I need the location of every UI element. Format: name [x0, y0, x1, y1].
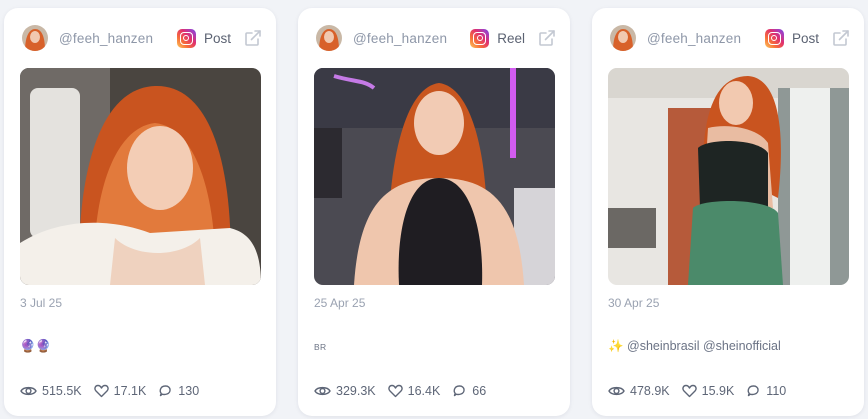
- post-stats: 329.3K 16.4K 66: [314, 384, 498, 398]
- comment-icon: [747, 385, 759, 397]
- views-stat: 515.5K: [20, 384, 82, 398]
- instagram-icon: [470, 28, 490, 48]
- post-image[interactable]: [608, 68, 849, 285]
- comments-count: 130: [178, 384, 200, 398]
- comments-count: 66: [472, 384, 487, 398]
- eye-icon: [20, 386, 37, 396]
- post-date: 30 Apr 25: [608, 296, 660, 310]
- eye-icon: [608, 386, 625, 396]
- post-date: 25 Apr 25: [314, 296, 366, 310]
- post-image[interactable]: [20, 68, 261, 285]
- heart-icon: [387, 384, 403, 398]
- comments-stat: 110: [746, 384, 786, 398]
- username[interactable]: @feeh_hanzen: [353, 31, 470, 46]
- avatar[interactable]: [22, 25, 48, 51]
- likes-count: 15.9K: [701, 384, 735, 398]
- avatar[interactable]: [316, 25, 342, 51]
- external-link-icon[interactable]: [244, 29, 262, 47]
- views-count: 515.5K: [42, 384, 82, 398]
- views-stat: 329.3K: [314, 384, 376, 398]
- post-caption: ✨ @sheinbrasil @sheinofficial: [608, 339, 781, 353]
- likes-count: 16.4K: [407, 384, 441, 398]
- post-type-label: Reel: [497, 30, 525, 46]
- post-image[interactable]: [314, 68, 555, 285]
- card-header: @feeh_hanzen Post: [22, 25, 262, 51]
- comments-count: 110: [766, 384, 787, 398]
- post-stats: 515.5K 17.1K 130: [20, 384, 211, 398]
- post-type-label: Post: [203, 30, 231, 46]
- likes-stat: 15.9K: [681, 384, 735, 398]
- comments-stat: 66: [452, 384, 486, 398]
- post-card[interactable]: @feeh_hanzen Reel 25 Apr 25 BR 329.3K 16…: [298, 8, 570, 416]
- eye-icon: [314, 386, 331, 396]
- card-header: @feeh_hanzen Post: [610, 25, 850, 51]
- avatar[interactable]: [610, 25, 636, 51]
- views-count: 329.3K: [336, 384, 376, 398]
- likes-stat: 17.1K: [93, 384, 147, 398]
- external-link-icon[interactable]: [832, 29, 850, 47]
- post-card[interactable]: @feeh_hanzen Post 30 Apr 25 ✨ @sheinbras…: [592, 8, 864, 416]
- post-caption: 🔮🔮: [20, 339, 52, 353]
- comment-icon: [453, 385, 465, 397]
- comment-icon: [159, 385, 171, 397]
- post-type-label: Post: [791, 30, 819, 46]
- views-stat: 478.9K: [608, 384, 670, 398]
- post-stats: 478.9K 15.9K 110: [608, 384, 798, 398]
- post-caption: BR: [314, 342, 327, 352]
- likes-count: 17.1K: [113, 384, 147, 398]
- external-link-icon[interactable]: [538, 29, 556, 47]
- likes-stat: 16.4K: [387, 384, 441, 398]
- comments-stat: 130: [158, 384, 199, 398]
- views-count: 478.9K: [630, 384, 670, 398]
- heart-icon: [93, 384, 109, 398]
- username[interactable]: @feeh_hanzen: [59, 31, 177, 46]
- heart-icon: [681, 384, 697, 398]
- card-header: @feeh_hanzen Reel: [316, 25, 556, 51]
- post-card[interactable]: @feeh_hanzen Post 3 Jul 25 🔮🔮 515.5K 17.…: [4, 8, 276, 416]
- instagram-icon: [176, 28, 196, 48]
- username[interactable]: @feeh_hanzen: [647, 31, 765, 46]
- instagram-icon: [764, 28, 784, 48]
- post-date: 3 Jul 25: [20, 296, 63, 310]
